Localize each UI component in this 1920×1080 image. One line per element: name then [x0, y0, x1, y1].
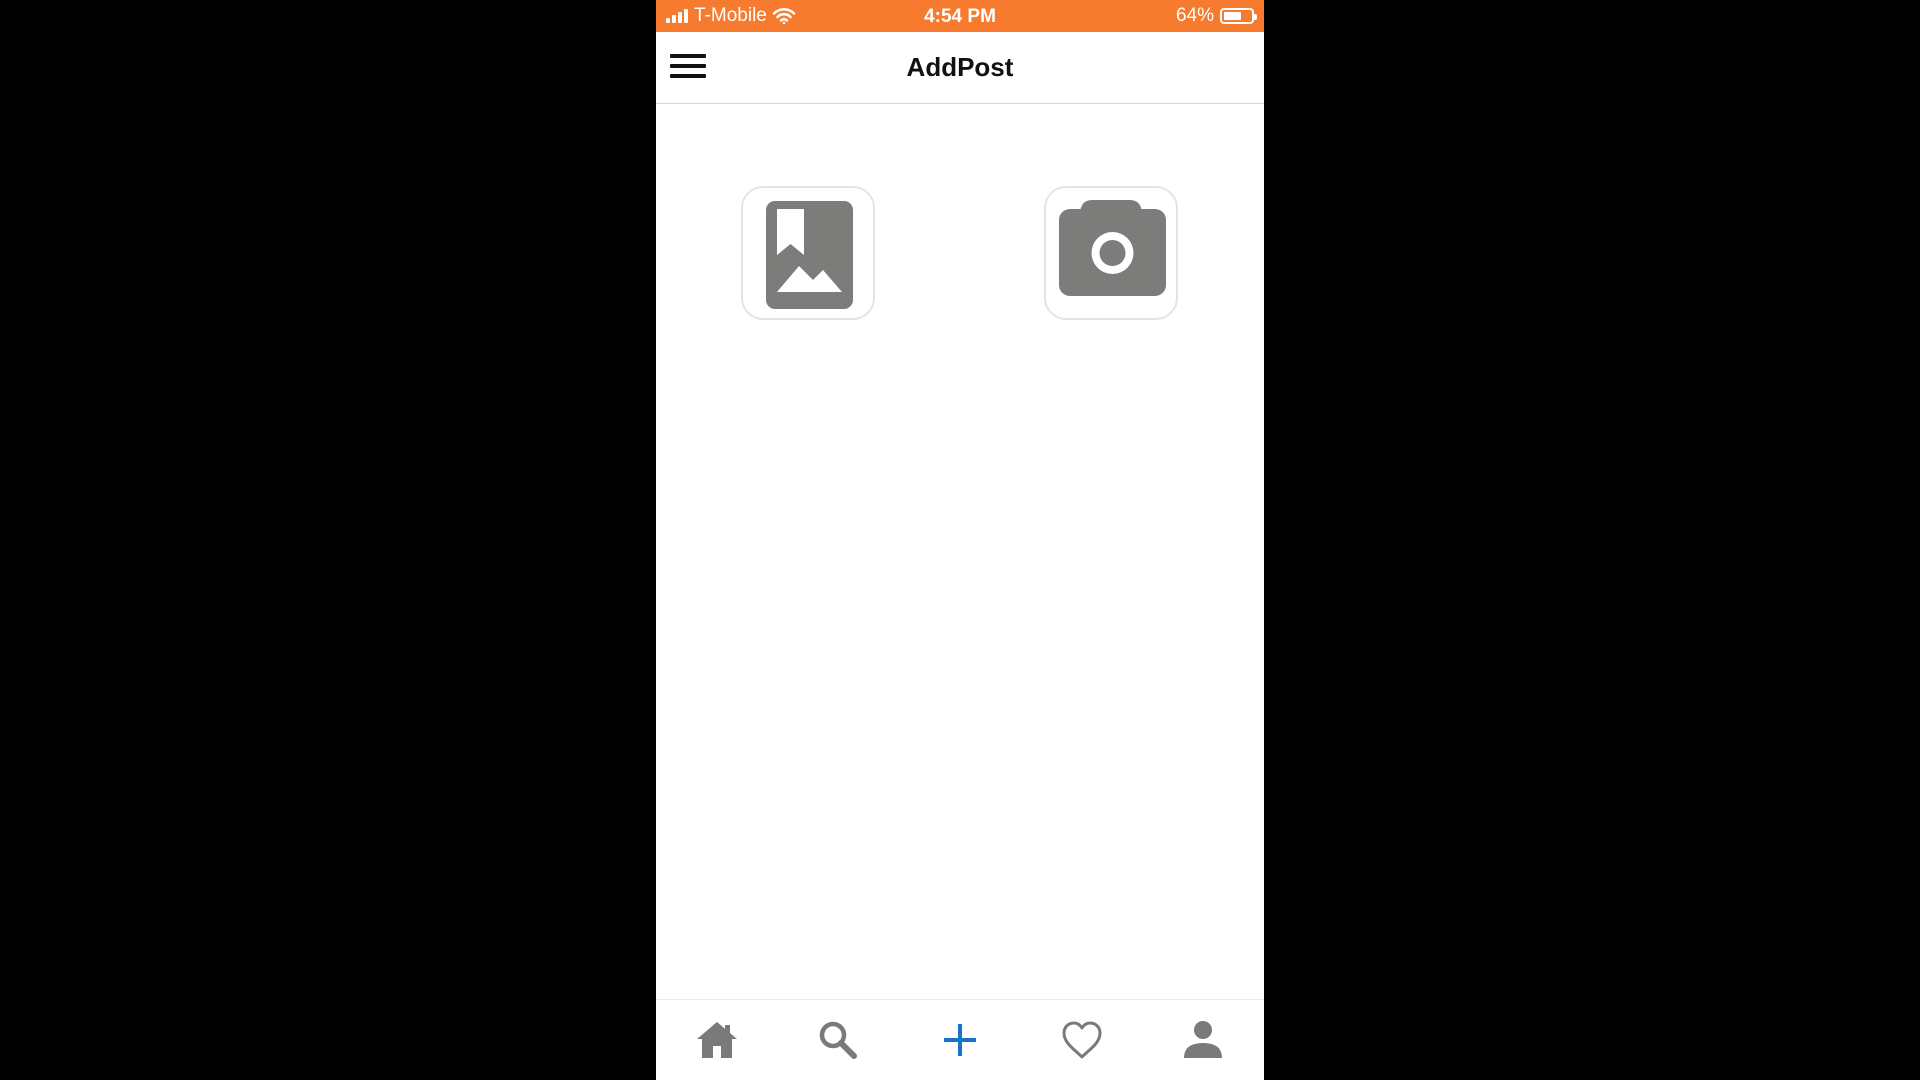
phone-screen: T-Mobile 4:54 PM 64% AddPost: [656, 0, 1264, 1080]
battery-icon: [1220, 8, 1257, 24]
search-icon: [820, 1021, 858, 1059]
home-icon: [696, 1022, 737, 1058]
heart-icon: [1062, 1021, 1102, 1059]
tab-search[interactable]: [808, 1010, 868, 1070]
battery-percent: 64%: [1175, 5, 1214, 26]
camera-icon: [1059, 200, 1166, 296]
status-time: 4:54 PM: [924, 6, 996, 27]
page-title: AddPost: [906, 52, 1014, 82]
status-right: 64%: [1175, 5, 1257, 27]
tab-home[interactable]: [687, 1010, 747, 1070]
camera-button[interactable]: [1044, 186, 1178, 320]
add-icon: [943, 1024, 976, 1056]
tab-profile[interactable]: [1173, 1010, 1233, 1070]
nav-header: AddPost: [656, 32, 1264, 104]
profile-icon: [1184, 1021, 1223, 1058]
photo-library-icon: [766, 201, 853, 309]
photo-library-button[interactable]: [741, 186, 875, 320]
status-bar: T-Mobile 4:54 PM 64%: [656, 0, 1264, 32]
bottom-tab-bar: [656, 999, 1264, 1080]
tab-add-post[interactable]: [930, 1010, 990, 1070]
battery-level-fill: [1224, 12, 1241, 20]
tab-favorites[interactable]: [1052, 1010, 1112, 1070]
